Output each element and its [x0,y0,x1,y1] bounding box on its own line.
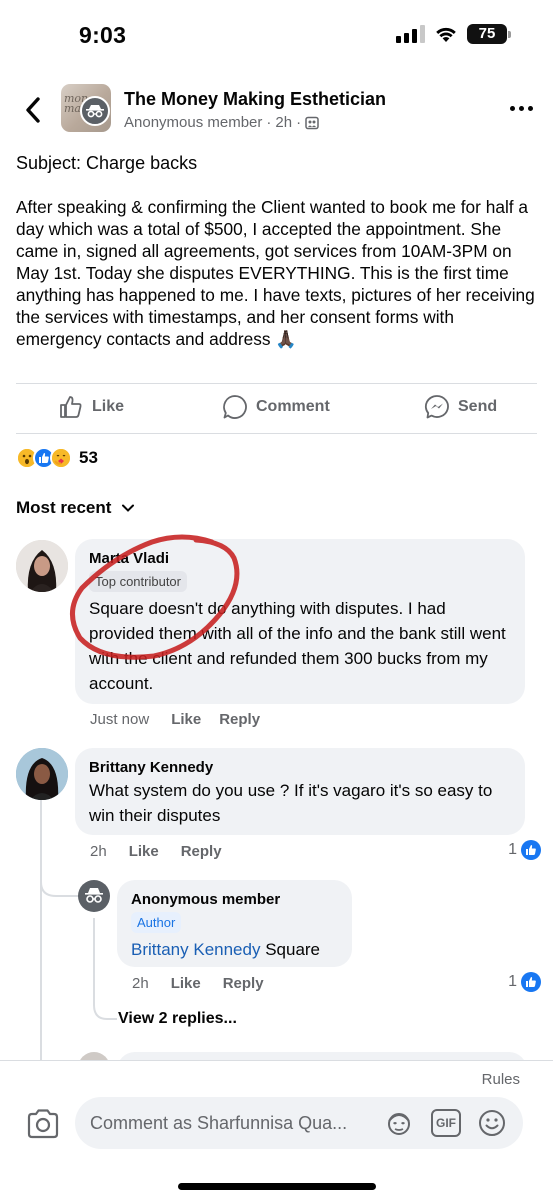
comment-time: Just now [90,711,150,728]
like-label: Like [92,398,125,415]
red-circle-annotation [70,534,240,660]
comment-text: Square [260,940,321,959]
comment-like-button[interactable]: Like [171,975,201,992]
divider [16,433,537,434]
comment-author[interactable]: Anonymous member [131,890,338,910]
author-badge: Author [131,912,182,933]
comment-like-button[interactable]: Like [129,843,159,860]
commenter-avatar[interactable] [16,748,68,800]
mention-link[interactable]: Brittany Kennedy [131,940,260,959]
comment-actions: 2h Like Reply [90,843,222,860]
anonymous-avatar-icon[interactable] [78,880,110,912]
camera-icon [27,1109,59,1139]
sort-comments-button[interactable]: Most recent [16,498,135,518]
post-body: After speaking & confirming the Client w… [16,197,535,349]
comment-time: 2h [90,843,107,860]
comment-actions: Just now Like Reply [90,711,260,728]
divider [16,383,537,384]
comment-reply-button[interactable]: Reply [219,711,260,728]
camera-button[interactable] [26,1107,60,1141]
like-count-number: 1 [508,973,517,990]
battery-icon: 75 [467,24,511,44]
thread-line [93,918,95,998]
meta-separator: · [296,114,302,131]
status-icons: 75 [396,24,511,44]
comment-input[interactable] [90,1097,370,1149]
care-reaction-icon [50,447,72,469]
back-button[interactable] [20,95,46,125]
chevron-down-icon [122,504,135,512]
status-time: 9:03 [79,22,127,48]
comment-bubble[interactable]: Brittany Kennedy What system do you use … [75,748,525,835]
send-button[interactable]: Send [424,394,497,420]
meta-separator: · [266,114,272,131]
reply-connector [93,995,117,1020]
chevron-left-icon [26,97,40,123]
wifi-icon [436,27,456,42]
send-label: Send [458,398,498,415]
rules-link[interactable]: Rules [482,1071,520,1088]
comment-bubble[interactable]: Anonymous member Author Brittany Kennedy… [117,880,352,967]
thread-line [40,800,42,1060]
comment-bubble-icon [223,395,247,419]
like-reaction-icon [521,840,541,860]
like-reaction-icon [521,972,541,992]
post-author[interactable]: Anonymous member [124,114,262,131]
messenger-icon [424,395,449,419]
group-audience-icon [305,116,319,129]
sort-label: Most recent [16,498,112,517]
comment-label: Comment [256,398,330,415]
post-meta: Anonymous member · 2h · [124,114,319,131]
reaction-summary[interactable]: 53 [16,447,98,469]
comment-reply-button[interactable]: Reply [223,975,264,992]
comment-like-button[interactable]: Like [171,711,201,728]
comment-actions: 2h Like Reply [132,975,264,992]
divider [0,1060,553,1061]
more-options-button[interactable] [510,106,533,111]
view-replies-link[interactable]: View 2 replies... [118,1010,237,1028]
like-count-number: 1 [508,841,517,858]
comment-reply-button[interactable]: Reply [181,843,222,860]
commenter-avatar[interactable] [16,540,68,592]
post-time[interactable]: 2h [275,114,292,131]
comment-author[interactable]: Brittany Kennedy [89,758,511,778]
anonymous-avatar-icon [80,96,110,126]
like-button[interactable]: Like [58,394,124,420]
comment-like-count[interactable]: 1 [508,972,541,992]
emoji-icon[interactable] [478,1109,506,1137]
thumbs-up-icon [60,396,82,418]
cellular-signal-icon [396,25,425,43]
comment-time: 2h [132,975,149,992]
post-subject: Subject: Charge backs [16,153,198,173]
comment-text: What system do you use ? If it's vagaro … [89,781,493,825]
comment-input-container: GIF [75,1097,523,1149]
comment-button[interactable]: Comment [222,394,330,420]
group-name[interactable]: The Money Making Esthetician [124,89,386,110]
reaction-count: 53 [79,448,98,467]
gif-button[interactable]: GIF [431,1109,461,1137]
comment-like-count[interactable]: 1 [508,840,541,860]
home-indicator [178,1183,376,1190]
avatar-sticker-icon[interactable] [385,1109,413,1137]
